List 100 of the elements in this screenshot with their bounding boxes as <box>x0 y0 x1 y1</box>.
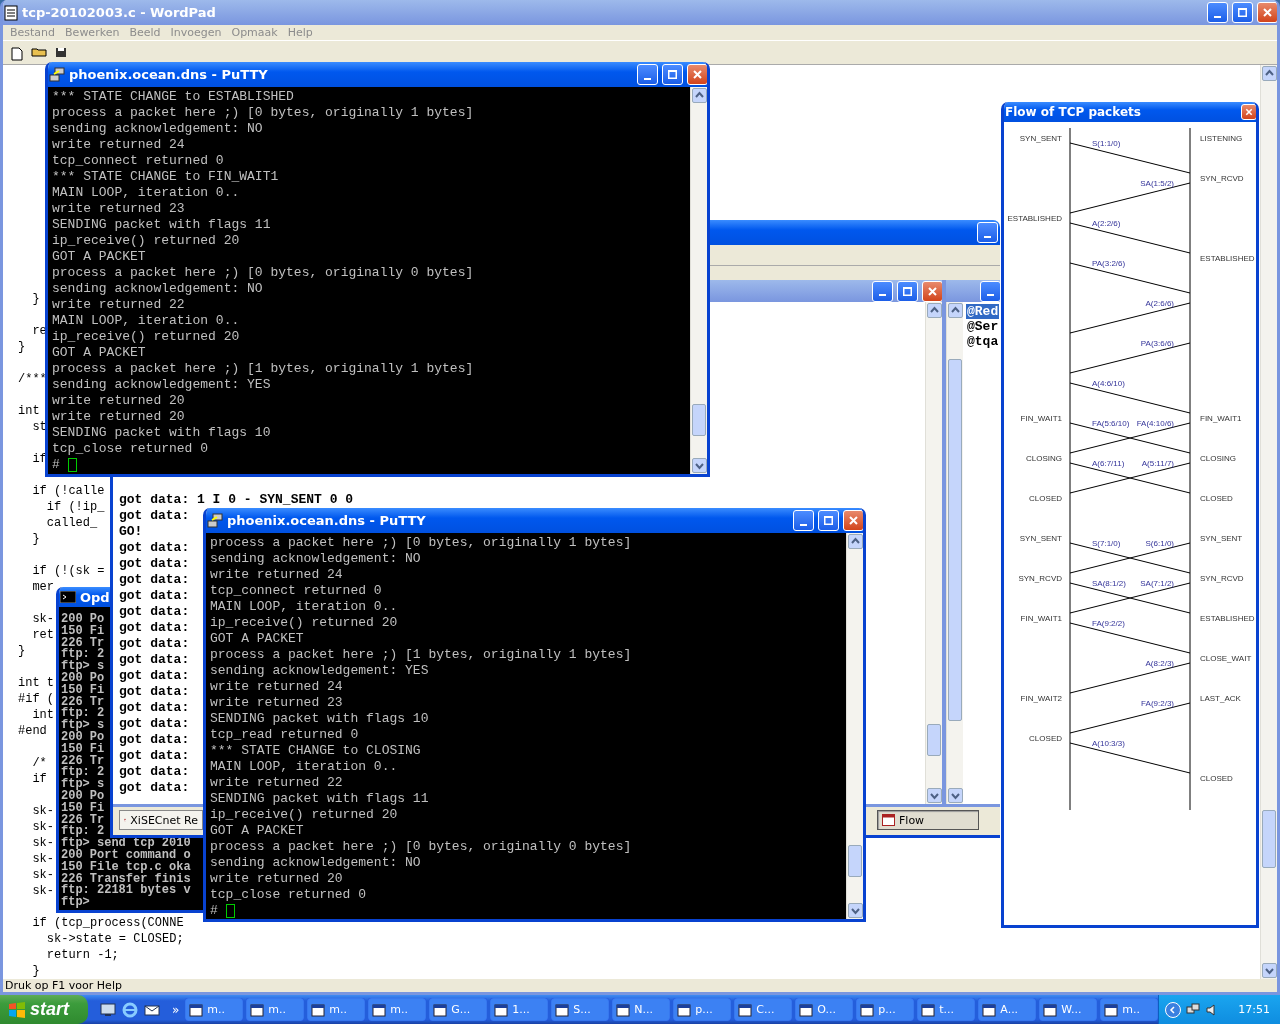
close-button[interactable] <box>687 64 707 85</box>
scroll-thumb[interactable] <box>948 359 962 721</box>
scrollbar[interactable] <box>846 533 863 919</box>
log-line: GO! <box>119 524 143 539</box>
taskbar-button[interactable]: G... <box>429 998 488 1021</box>
folder-icon[interactable] <box>31 46 47 57</box>
app-icon <box>494 1002 509 1017</box>
minimize-button[interactable] <box>793 510 814 531</box>
expand-tray-button[interactable] <box>1165 1001 1182 1018</box>
taskbar-button[interactable]: m.. <box>1100 998 1159 1021</box>
scrollbar[interactable] <box>690 87 707 474</box>
message-label: S(6:1/0) <box>1145 539 1174 548</box>
taskbar-button[interactable]: C... <box>734 998 793 1021</box>
menu-item[interactable]: Bewerken <box>60 25 125 39</box>
app-icon <box>677 1002 692 1017</box>
prompt: # <box>52 457 60 472</box>
taskbar-button[interactable]: m.. <box>185 998 244 1021</box>
taskbar-button[interactable]: m.. <box>246 998 305 1021</box>
state-label: ESTABLISHED <box>1007 214 1062 223</box>
window-button[interactable]: Flow <box>877 810 979 830</box>
code-line: int <box>31 707 54 722</box>
taskbar-button[interactable]: 1... <box>490 998 549 1021</box>
menu-item[interactable]: Help <box>282 25 318 39</box>
code-line: called_ <box>45 515 98 530</box>
app-icon <box>921 1002 936 1017</box>
code-line: sk->state = CLOSED; <box>45 931 184 946</box>
message-label: A(10:3/3) <box>1092 739 1125 748</box>
close-icon <box>849 516 858 525</box>
maximize-button[interactable] <box>662 64 683 85</box>
new-document-icon[interactable] <box>11 46 23 61</box>
list-item[interactable]: @Ser <box>966 319 1000 334</box>
terminal-line: tcp_close returned 0 <box>210 887 367 902</box>
state-label: SYN_SENT <box>1200 534 1243 543</box>
terminal-line: sending acknowledgement: YES <box>210 663 429 678</box>
terminal-line: write returned 24 <box>210 567 343 582</box>
log-line: got data: <box>119 540 190 555</box>
menu-item[interactable]: Opmaak <box>226 25 283 39</box>
taskbar-button[interactable]: S... <box>551 998 610 1021</box>
window-button[interactable]: XiSECnet Re <box>119 810 203 830</box>
scroll-thumb[interactable] <box>692 404 706 436</box>
taskbar-button[interactable]: t... <box>917 998 976 1021</box>
message-label: PA(3:2/6) <box>1092 259 1126 268</box>
taskbar-button[interactable]: p... <box>856 998 915 1021</box>
list-item[interactable]: @tqa <box>966 334 1000 349</box>
terminal-line: sending acknowledgement: NO <box>210 551 421 566</box>
minimize-button[interactable] <box>872 280 893 302</box>
state-label: LAST_ACK <box>1200 694 1241 703</box>
close-button[interactable] <box>1241 104 1256 120</box>
scrollbar[interactable] <box>1260 64 1277 979</box>
maximize-button[interactable] <box>1232 2 1253 23</box>
state-label: CLOSE_WAIT <box>1200 654 1252 663</box>
maximize-button[interactable] <box>897 280 918 302</box>
save-icon[interactable] <box>55 46 67 57</box>
code-line: if (!ip_ <box>45 499 105 514</box>
close-button[interactable] <box>843 510 863 531</box>
scroll-thumb[interactable] <box>848 845 862 877</box>
minimize-button[interactable] <box>980 280 1000 302</box>
overflow-chevron[interactable]: » <box>165 1002 186 1017</box>
taskbar-button[interactable]: W... <box>1039 998 1098 1021</box>
maximize-button[interactable] <box>818 510 839 531</box>
close-button[interactable] <box>1257 2 1277 23</box>
menu-item[interactable]: Beeld <box>124 25 166 39</box>
browser-icon[interactable] <box>121 1001 138 1018</box>
minimize-button[interactable] <box>637 64 658 85</box>
window-title: Opd <box>80 589 110 605</box>
taskbar-button[interactable]: p... <box>673 998 732 1021</box>
close-button[interactable] <box>922 280 942 302</box>
minimize-button[interactable] <box>977 222 998 243</box>
state-label: SYN_SENT <box>1019 134 1062 143</box>
terminal-line: process a packet here ;) [1 bytes, originally 1 bytes] <box>52 361 474 376</box>
scroll-thumb[interactable] <box>1262 809 1276 868</box>
terminal-line: process a packet here ;) [0 bytes, originally 0 bytes] <box>210 839 632 854</box>
terminal-line: *** STATE CHANGE to FIN_WAIT1 <box>52 169 279 184</box>
terminal-line: write returned 22 <box>210 775 343 790</box>
taskbar-button[interactable]: m.. <box>368 998 427 1021</box>
maximize-icon <box>903 286 912 296</box>
network-icon[interactable] <box>1186 1002 1201 1017</box>
terminal-line: GOT A PACKET <box>210 631 304 646</box>
terminal-line: SENDING packet with flags 11 <box>210 791 429 806</box>
taskbar-button[interactable]: A... <box>978 998 1037 1021</box>
taskbar-button[interactable]: O... <box>795 998 854 1021</box>
state-label: CLOSED <box>1029 734 1062 743</box>
start-button[interactable]: start <box>0 995 88 1024</box>
scrollbar[interactable] <box>925 302 942 804</box>
scrollbar[interactable] <box>946 302 963 804</box>
list-item[interactable]: @Red <box>966 304 1000 319</box>
taskbar-button[interactable]: N... <box>612 998 671 1021</box>
taskbar-button[interactable]: m.. <box>307 998 366 1021</box>
chevron-left-icon <box>1169 1005 1178 1014</box>
windows-flag-icon <box>8 1000 26 1019</box>
log-line: got data: <box>119 748 190 763</box>
desktop-icon[interactable] <box>99 1001 116 1018</box>
menu-item[interactable]: Invoegen <box>165 25 227 39</box>
minimize-button[interactable] <box>1207 2 1228 23</box>
state-label: CLOSED <box>1200 494 1233 503</box>
scroll-thumb[interactable] <box>927 724 941 756</box>
prompt: # <box>210 903 218 918</box>
menu-item[interactable]: Bestand <box>5 25 61 39</box>
terminal-line: GOT A PACKET <box>52 249 146 264</box>
terminal-line: write returned 23 <box>52 201 185 216</box>
